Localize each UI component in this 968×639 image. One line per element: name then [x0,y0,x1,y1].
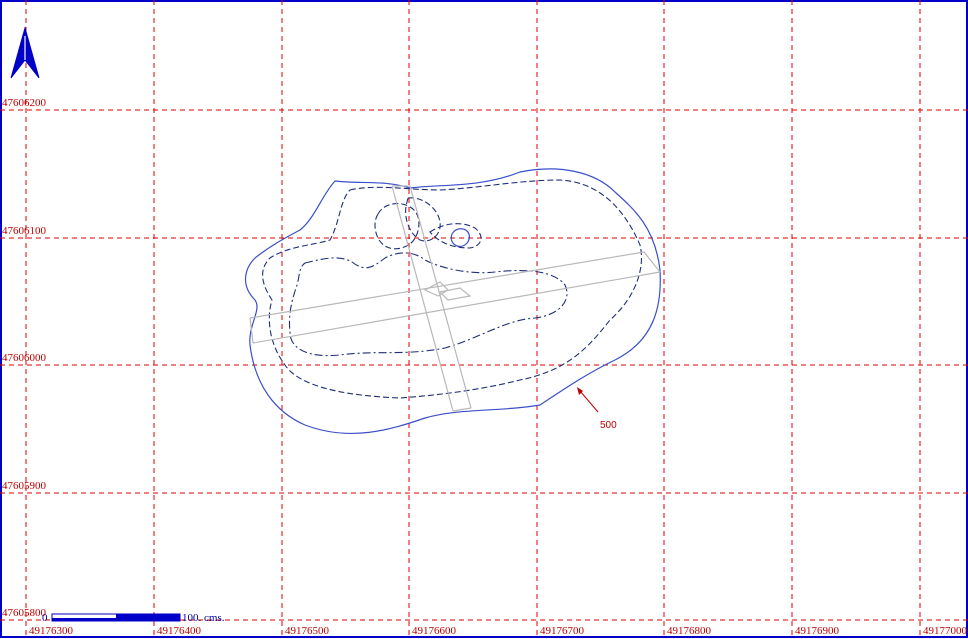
scale-bar [51,613,181,622]
y-label: 47605900 [2,480,47,492]
contour-inner [374,203,420,250]
y-label: 47606100 [2,225,47,237]
scale-end-label: 100. cms. [182,612,225,624]
runway-primary [249,251,661,344]
x-label: 49176800 [667,625,712,637]
x-label: 49176400 [157,625,202,637]
x-label: 49176600 [412,625,457,637]
contour-elevation-label: 500 [600,420,617,431]
y-label: 47606000 [2,352,47,364]
x-label: 49176900 [795,625,840,637]
grid-horizontal [0,109,968,621]
contour-outer [245,168,661,435]
x-label: 49177000 [923,625,968,637]
map-canvas: 47606200 47606100 47606000 47605900 4760… [0,0,968,638]
y-label: 47605800 [2,607,47,619]
y-label: 47606200 [2,97,47,109]
y-axis-labels: 47606200 47606100 47606000 47605900 4760… [2,97,47,619]
scale-start-label: 0 [42,612,48,624]
contour-upper-loop [429,223,482,249]
x-label: 49176500 [285,625,330,637]
north-arrow-icon [10,26,40,79]
x-axis-labels: 49176300 49176400 49176500 49176600 4917… [29,625,968,637]
map-border [0,0,968,638]
x-label: 49176300 [29,625,74,637]
contour-label-leader [577,387,599,413]
grid-vertical [25,0,921,636]
x-label: 49176700 [540,625,585,637]
